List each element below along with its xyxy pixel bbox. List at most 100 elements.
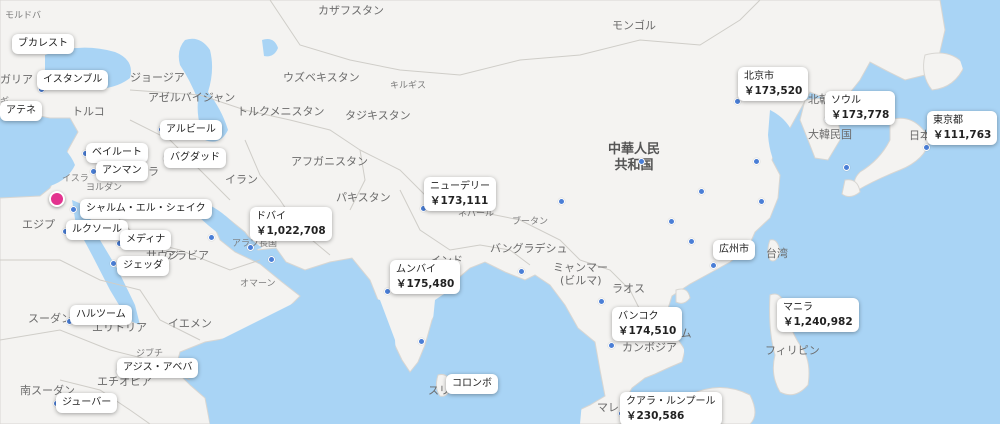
pin-name: コロンボ [452,378,492,389]
pin-juba[interactable]: ジューバー [56,393,118,413]
pin-bangkok[interactable]: バンコク ￥174,510 [612,307,683,341]
country-label-myanmar-sub: (ビルマ) [560,274,602,287]
city-dot [207,233,215,241]
pin-dubai[interactable]: ドバイ ￥1,022,708 [250,207,332,241]
city-dot [709,261,717,269]
city-dot [267,255,275,263]
country-label-georgia: ジョージア [130,71,185,84]
city-dot [637,157,645,165]
country-label-pakistan: パキスタン [336,191,391,204]
country-label-china: 中華人民 共和国 [608,142,660,175]
country-label-taiwan: 台湾 [766,247,788,260]
pin-guangzhou[interactable]: 広州市 [713,240,755,260]
city-dot [417,337,425,345]
pin-name: バンコク [618,311,659,322]
country-label-myanmar: ミャンマー [553,261,608,274]
city-dot [922,143,930,151]
country-label-mongolia: モンゴル [612,19,656,32]
city-dot [757,197,765,205]
pin-name: アジス・アベバ [123,362,193,373]
country-label-nepal: ネパール [458,209,495,219]
bay-of-bengal [420,279,585,424]
pin-name: ベイルート [92,147,142,158]
pin-manila[interactable]: マニラ ￥1,240,982 [777,298,859,332]
selected-location-marker[interactable] [49,191,65,207]
pin-sharm-el-sheikh[interactable]: シャルム・エル・シェイク [80,199,212,219]
country-label-kyrgyz: キルギス [390,81,427,91]
map-canvas[interactable]: カザフスタン モンゴル モルドバ ガリア ジョージア ウズベキスタン キルギス … [0,0,1000,424]
country-label-moldova: モルドバ [5,11,42,21]
pin-name: マニラ [783,302,813,313]
country-label-azerbaijan: アゼルバイジャン [148,91,236,104]
pin-price: ￥173,111 [430,194,489,207]
china-label-line2: 共和国 [614,158,654,174]
country-label-turkmenistan: トルクメニスタン [237,105,325,118]
pin-name: ジューバー [62,397,112,408]
country-label-laos: ラオス [612,282,645,295]
pin-beirut[interactable]: ベイルート [86,143,148,163]
pin-seoul[interactable]: ソウル ￥173,778 [825,91,896,125]
pin-price: ￥111,763 [933,128,992,141]
pin-price: ￥173,520 [744,84,803,97]
country-label-tajikistan: タジキスタン [345,109,411,122]
pin-tokyo[interactable]: 東京都 ￥111,763 [927,111,998,145]
pin-price: ￥1,240,982 [783,315,853,328]
pin-jeddah[interactable]: ジェッダ [117,256,169,276]
city-dot [607,341,615,349]
country-label-kazakhstan: カザフスタン [318,4,384,17]
country-label-afghanistan: アフガニスタン [291,155,368,168]
country-label-bangladesh: バングラデシュ [490,242,568,255]
city-dot [517,267,525,275]
city-dot [557,197,565,205]
pin-baghdad[interactable]: バグダッド [164,148,226,168]
pin-athens[interactable]: アテネ [0,101,42,121]
pin-beijing[interactable]: 北京市 ￥173,520 [738,67,809,101]
pin-new-delhi[interactable]: ニューデリー ￥173,111 [424,177,496,211]
country-label-uzbekistan: ウズベキスタン [283,71,360,84]
city-dot [687,237,695,245]
pin-name: ハルツーム [76,309,126,320]
city-dot [667,217,675,225]
pin-name: 東京都 [933,115,963,126]
city-dot [246,243,254,251]
country-label-israel: イスラ [62,174,89,184]
pin-amman[interactable]: アンマン [96,161,148,181]
pin-name: メディナ [126,234,166,245]
pin-name: ソウル [831,95,861,106]
country-label-oman: オマーン [240,279,276,289]
pin-name: アンマン [102,165,142,176]
pin-name: ドバイ [256,211,286,222]
country-label-uae: アラブ長国 [232,239,278,249]
pin-price: ￥175,480 [396,277,455,290]
pin-erbil[interactable]: アルビール [160,120,222,140]
pin-colombo[interactable]: コロンボ [446,374,498,394]
pin-istanbul[interactable]: イスタンブル [37,70,109,90]
country-label-egypt: エジプ [22,218,55,231]
pin-addis-ababa[interactable]: アジス・アベバ [117,358,199,378]
city-dot [842,163,850,171]
pin-price: ￥1,022,708 [256,224,326,237]
pin-medina[interactable]: メディナ [120,230,172,250]
china-label-line1: 中華人民 [608,142,661,157]
country-label-turkey: トルコ [72,105,105,118]
pin-name: ニューデリー [430,181,490,192]
pin-price: ￥174,510 [618,324,677,337]
city-dot [597,297,605,305]
pin-mumbai[interactable]: ムンバイ ￥175,480 [390,260,461,294]
country-label-bulgaria: ガリア [0,73,33,86]
city-dot [697,187,705,195]
pin-name: イスタンブル [43,74,103,85]
pin-name: ムンバイ [396,264,436,275]
pin-bucharest[interactable]: ブカレスト [12,34,74,54]
country-label-philippines: フィリピン [765,344,820,357]
country-label-ethiopia: エチオピア [97,375,152,388]
city-dot [69,205,77,213]
pin-khartoum[interactable]: ハルツーム [70,305,132,325]
pin-name: アルビール [166,124,216,135]
country-label-iraq: ラ [148,165,159,178]
pin-name: ルクソール [72,224,122,235]
country-label-cambodia: カンボジア [622,341,677,354]
city-dot [752,157,760,165]
pin-luxor[interactable]: ルクソール [66,220,128,240]
pin-kuala-lumpur[interactable]: クアラ・ルンプール ￥230,586 [620,392,722,424]
